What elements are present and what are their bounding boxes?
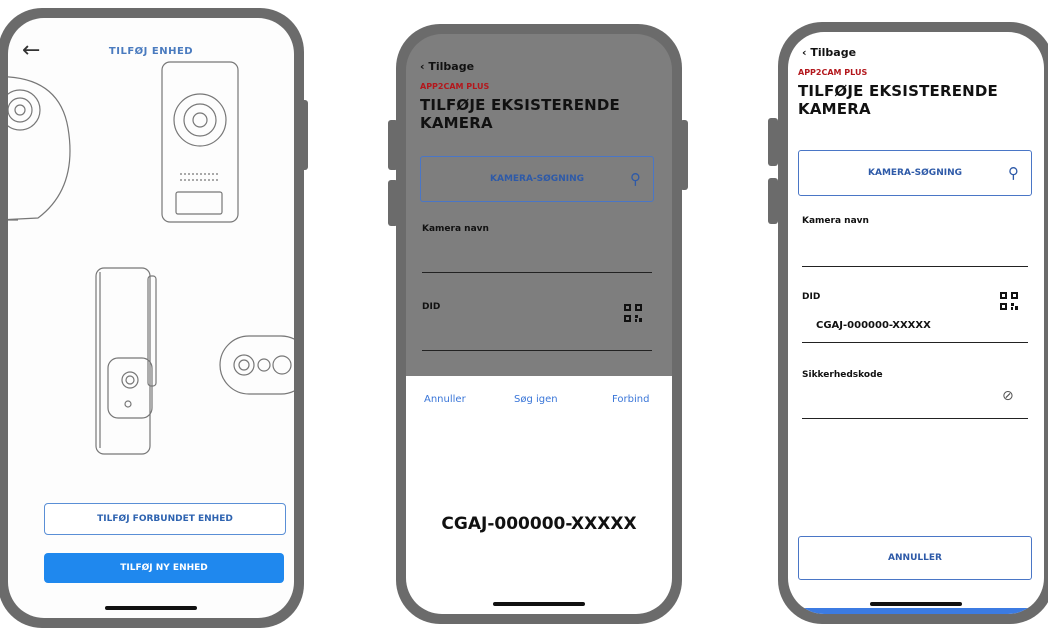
page-heading: TILFØJE EKSISTERENDE KAMERA	[798, 82, 998, 118]
home-indicator[interactable]	[105, 606, 197, 610]
search-result-screen: ‹ Tilbage APP2CAM PLUS TILFØJE EKSISTERE…	[406, 34, 672, 614]
camera-search-button[interactable]: KAMERA-SØGNING ⚲	[798, 150, 1032, 196]
page-title: TILFØJ ENHED	[108, 46, 194, 57]
add-existing-camera-screen: ‹ Tilbage APP2CAM PLUS TILFØJE EKSISTERE…	[788, 32, 1044, 614]
brand-label: APP2CAM PLUS	[798, 68, 868, 77]
heading-line-1: TILFØJE EKSISTERENDE	[798, 82, 999, 100]
back-link[interactable]: ‹ Tilbage	[420, 60, 474, 73]
camera-name-field[interactable]	[802, 266, 1028, 267]
security-code-field[interactable]	[802, 418, 1028, 419]
doorbell-camera-illustration	[161, 61, 239, 223]
phone-add-device: ← TILFØJ ENHED TILFØJ FORBUNDET ENHED TI…	[0, 8, 304, 628]
search-again-action[interactable]: Søg igen	[514, 394, 558, 405]
camera-illustrations	[8, 61, 294, 455]
phone-add-existing-camera: ‹ Tilbage APP2CAM PLUS TILFØJE EKSISTERE…	[778, 22, 1048, 624]
back-label: Tilbage	[428, 60, 475, 73]
back-link[interactable]: ‹ Tilbage	[802, 46, 856, 59]
add-connected-device-button[interactable]: TILFØJ FORBUNDET ENHED	[44, 503, 286, 535]
camera-name-label: Kamera navn	[802, 216, 869, 226]
bottom-accent-bar	[798, 608, 1034, 614]
security-code-label: Sikkerhedskode	[802, 370, 883, 380]
camera-search-button[interactable]: KAMERA-SØGNING ⚲	[420, 156, 654, 202]
did-value[interactable]: CGAJ-000000-XXXXX	[816, 320, 931, 331]
add-new-device-button[interactable]: TILFØJ NY ENHED	[44, 553, 284, 583]
camera-name-field[interactable]	[422, 272, 652, 273]
phone3-side-button-bottom	[768, 178, 778, 224]
camera-search-label: KAMERA-SØGNING	[490, 174, 584, 184]
connect-action[interactable]: Forbind	[612, 394, 649, 405]
chevron-left-icon: ‹	[802, 46, 807, 59]
did-label: DID	[802, 292, 821, 302]
hidden-password-eye-icon[interactable]: ⊘	[1002, 388, 1014, 404]
phone-search-result: ‹ Tilbage APP2CAM PLUS TILFØJE EKSISTERE…	[396, 24, 682, 624]
cancel-action[interactable]: Annuller	[424, 394, 466, 405]
did-field[interactable]	[422, 350, 652, 351]
back-label: Tilbage	[810, 46, 857, 59]
pan-tilt-camera-illustration	[8, 76, 71, 221]
qr-code-icon[interactable]	[1000, 292, 1018, 310]
found-camera-code[interactable]: CGAJ-000000-XXXXX	[406, 514, 672, 534]
search-icon: ⚲	[630, 170, 641, 188]
home-indicator[interactable]	[493, 602, 585, 606]
bullet-camera-illustration	[95, 267, 157, 455]
search-result-sheet	[406, 376, 672, 614]
home-indicator[interactable]	[870, 602, 962, 606]
did-label: DID	[422, 302, 441, 312]
search-icon: ⚲	[1008, 164, 1019, 182]
camera-name-label: Kamera navn	[422, 224, 489, 234]
page-heading: TILFØJE EKSISTERENDE KAMERA	[420, 96, 620, 132]
add-device-screen: ← TILFØJ ENHED TILFØJ FORBUNDET ENHED TI…	[8, 18, 294, 618]
cancel-button[interactable]: ANNULLER	[798, 536, 1032, 580]
heading-line-1: TILFØJE EKSISTERENDE	[420, 96, 621, 114]
brand-label: APP2CAM PLUS	[420, 82, 490, 91]
chevron-left-icon: ‹	[420, 60, 425, 73]
heading-line-2: KAMERA	[798, 100, 871, 118]
heading-line-2: KAMERA	[420, 114, 493, 132]
outdoor-camera-illustration	[219, 335, 294, 395]
camera-search-label: KAMERA-SØGNING	[868, 168, 962, 178]
phone3-side-button-top	[768, 118, 778, 166]
qr-code-icon[interactable]	[624, 304, 642, 322]
did-field[interactable]	[802, 342, 1028, 343]
